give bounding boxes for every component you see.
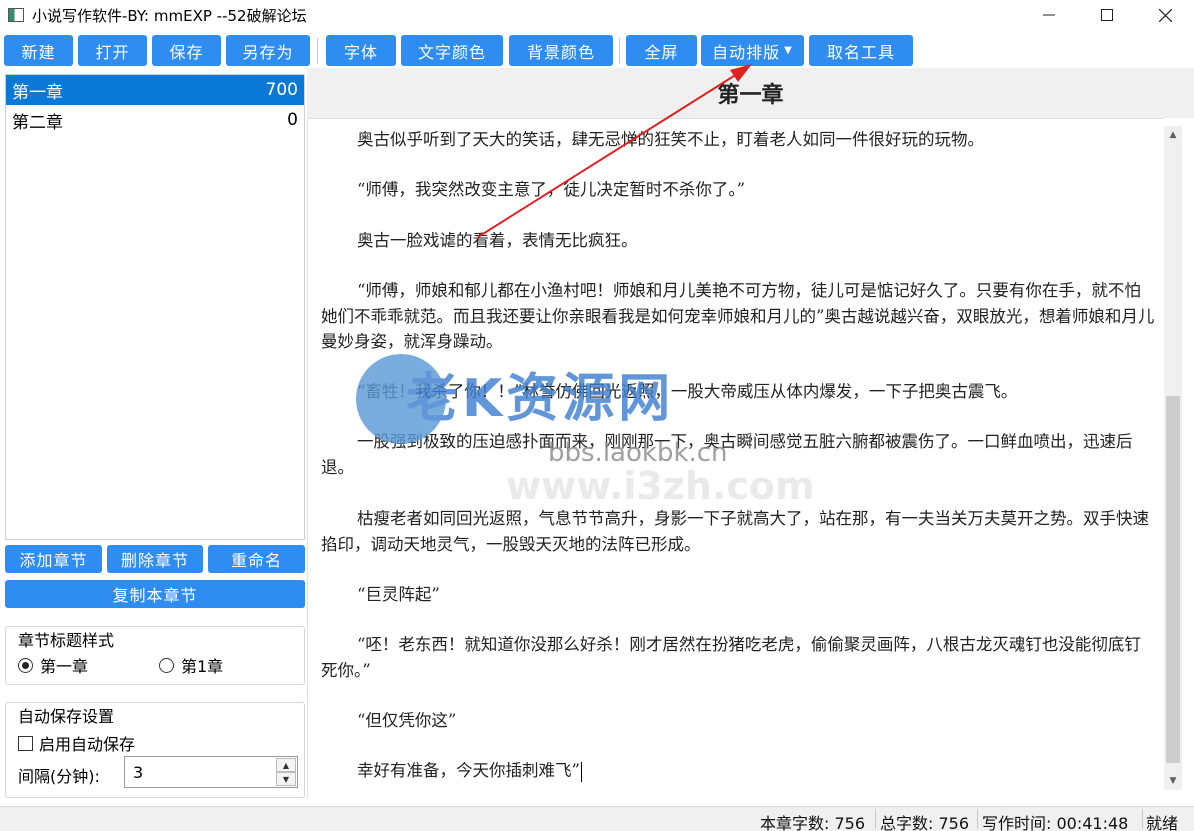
font-button[interactable]: 字体 bbox=[326, 35, 396, 66]
paragraph: 一股强到极致的压迫感扑面而来，刚刚那一下，奥古瞬间感觉五脏六腑都被震伤了。一口鲜… bbox=[321, 432, 1133, 477]
scroll-up-arrow-icon[interactable]: ▲ bbox=[1164, 126, 1182, 144]
window-title: 小说写作软件-BY: mmEXP --52破解论坛 bbox=[32, 6, 307, 25]
paragraph: “师傅，师娘和郁儿都在小渔村吧！师娘和月儿美艳不可方物，徒儿可是惦记好久了。只要… bbox=[321, 281, 1155, 351]
chevron-down-icon: ▼ bbox=[784, 45, 793, 56]
radio-label: 第一章 bbox=[40, 657, 89, 676]
bg-color-button[interactable]: 背景颜色 bbox=[509, 35, 613, 66]
toolbar-separator bbox=[619, 38, 620, 64]
rename-chapter-button[interactable]: 重命名 bbox=[208, 545, 305, 573]
chapter-word-count: 0 bbox=[287, 110, 298, 130]
paragraph-text: 幸好有准备，今天你插刺难飞” bbox=[357, 761, 580, 780]
enable-autosave-label: 启用自动保存 bbox=[39, 735, 136, 754]
maximize-button[interactable] bbox=[1078, 0, 1136, 30]
paragraph: “畜牲！我杀了你！！”林誉仿佛回光返照，一股大帝威压从体内爆发，一下子把奥古震飞… bbox=[357, 382, 1018, 401]
chapter-word-count: 700 bbox=[265, 80, 298, 100]
spin-down-arrow-icon[interactable]: ▼ bbox=[276, 772, 296, 786]
naming-tool-button[interactable]: 取名工具 bbox=[809, 35, 913, 66]
delete-chapter-button[interactable]: 删除章节 bbox=[107, 545, 203, 573]
paragraph: “师傅，我突然改变主意了，徒儿决定暂时不杀你了。” bbox=[357, 180, 746, 199]
title-style-group: 章节标题样式 第一章 第1章 bbox=[5, 626, 305, 685]
checkbox-unchecked-icon bbox=[18, 735, 33, 751]
title-style-option-arabic[interactable]: 第1章 bbox=[159, 653, 223, 677]
paragraph: 奥古似乎听到了天大的笑话，肆无忌惮的狂笑不止，盯着老人如同一件很好玩的玩物。 bbox=[357, 130, 984, 149]
paragraph: 奥古一脸戏谑的看着，表情无比疯狂。 bbox=[357, 231, 638, 250]
autosave-group: 自动保存设置 启用自动保存 间隔(分钟): 3 ▲ ▼ bbox=[5, 702, 305, 798]
radio-unselected-icon bbox=[159, 657, 174, 673]
chapter-name: 第二章 bbox=[12, 112, 63, 133]
ready-status: 就绪 bbox=[1146, 814, 1179, 831]
interval-spinbox[interactable]: 3 ▲ ▼ bbox=[124, 756, 298, 788]
editor-title-bar: 第一章 bbox=[307, 68, 1194, 118]
new-button[interactable]: 新建 bbox=[4, 35, 73, 66]
status-separator bbox=[1142, 809, 1143, 829]
radio-label: 第1章 bbox=[181, 657, 224, 676]
chapter-title: 第一章 bbox=[717, 82, 784, 108]
spin-up-arrow-icon[interactable]: ▲ bbox=[276, 758, 296, 772]
toolbar: 新建 打开 保存 另存为 字体 文字颜色 背景颜色 全屏 自动排版 ▼ 取名工具 bbox=[0, 32, 1194, 68]
auto-format-button[interactable]: 自动排版 ▼ bbox=[701, 35, 804, 66]
toolbar-separator bbox=[317, 38, 318, 64]
paragraph: “巨灵阵起” bbox=[357, 585, 440, 604]
status-separator bbox=[977, 809, 978, 829]
fullscreen-button[interactable]: 全屏 bbox=[626, 35, 697, 66]
writing-time-status: 写作时间: 00:41:48 bbox=[982, 814, 1129, 831]
autosave-label: 自动保存设置 bbox=[18, 707, 115, 726]
title-bar: 小说写作软件-BY: mmEXP --52破解论坛 bbox=[0, 0, 1194, 30]
maximize-icon bbox=[1101, 9, 1113, 21]
scroll-down-arrow-icon[interactable]: ▼ bbox=[1164, 772, 1182, 790]
scrollbar-thumb[interactable] bbox=[1166, 396, 1180, 763]
chapter-word-count-status: 本章字数: 756 bbox=[760, 814, 866, 831]
total-word-count-status: 总字数: 756 bbox=[880, 814, 970, 831]
add-chapter-button[interactable]: 添加章节 bbox=[5, 545, 102, 573]
chapter-item[interactable]: 第一章 700 bbox=[6, 75, 304, 105]
text-color-button[interactable]: 文字颜色 bbox=[401, 35, 503, 66]
text-cursor bbox=[580, 761, 582, 782]
auto-format-label: 自动排版 bbox=[712, 42, 781, 62]
chapter-item[interactable]: 第二章 0 bbox=[6, 105, 304, 135]
paragraph-last: 幸好有准备，今天你插刺难飞” bbox=[321, 758, 1155, 784]
chapter-name: 第一章 bbox=[12, 82, 63, 103]
minimize-icon bbox=[1043, 14, 1055, 16]
copy-chapter-button[interactable]: 复制本章节 bbox=[5, 580, 305, 608]
close-button[interactable] bbox=[1136, 0, 1194, 30]
editor-scrollbar[interactable]: ▲ ▼ bbox=[1164, 126, 1182, 790]
interval-value[interactable]: 3 bbox=[133, 763, 143, 782]
minimize-button[interactable] bbox=[1020, 0, 1078, 30]
paragraph: “但仅凭你这” bbox=[357, 711, 457, 730]
close-icon bbox=[1158, 8, 1172, 22]
paragraph: 枯瘦老者如同回光返照，气息节节高升，身影一下子就高大了，站在那，有一夫当关万夫莫… bbox=[321, 509, 1149, 554]
text-editor[interactable]: 奥古似乎听到了天大的笑话，肆无忌惮的狂笑不止，盯着老人如同一件很好玩的玩物。 “… bbox=[307, 118, 1164, 798]
open-button[interactable]: 打开 bbox=[78, 35, 147, 66]
status-bar: 本章字数: 756 总字数: 756 写作时间: 00:41:48 就绪 bbox=[0, 806, 1194, 831]
title-style-label: 章节标题样式 bbox=[18, 631, 115, 650]
save-button[interactable]: 保存 bbox=[152, 35, 221, 66]
chapter-list[interactable]: 第一章 700 第二章 0 bbox=[5, 74, 305, 540]
window-controls bbox=[1020, 0, 1194, 30]
radio-selected-icon bbox=[18, 657, 33, 673]
save-as-button[interactable]: 另存为 bbox=[226, 35, 310, 66]
paragraph: “呸！老东西！就知道你没那么好杀！刚才居然在扮猪吃老虎，偷偷聚灵画阵，八根古龙灭… bbox=[321, 635, 1141, 680]
enable-autosave-checkbox[interactable]: 启用自动保存 bbox=[18, 731, 135, 755]
status-separator bbox=[875, 809, 876, 829]
interval-label: 间隔(分钟): bbox=[18, 767, 100, 786]
title-style-option-chinese[interactable]: 第一章 bbox=[18, 653, 88, 677]
app-icon bbox=[8, 8, 24, 22]
